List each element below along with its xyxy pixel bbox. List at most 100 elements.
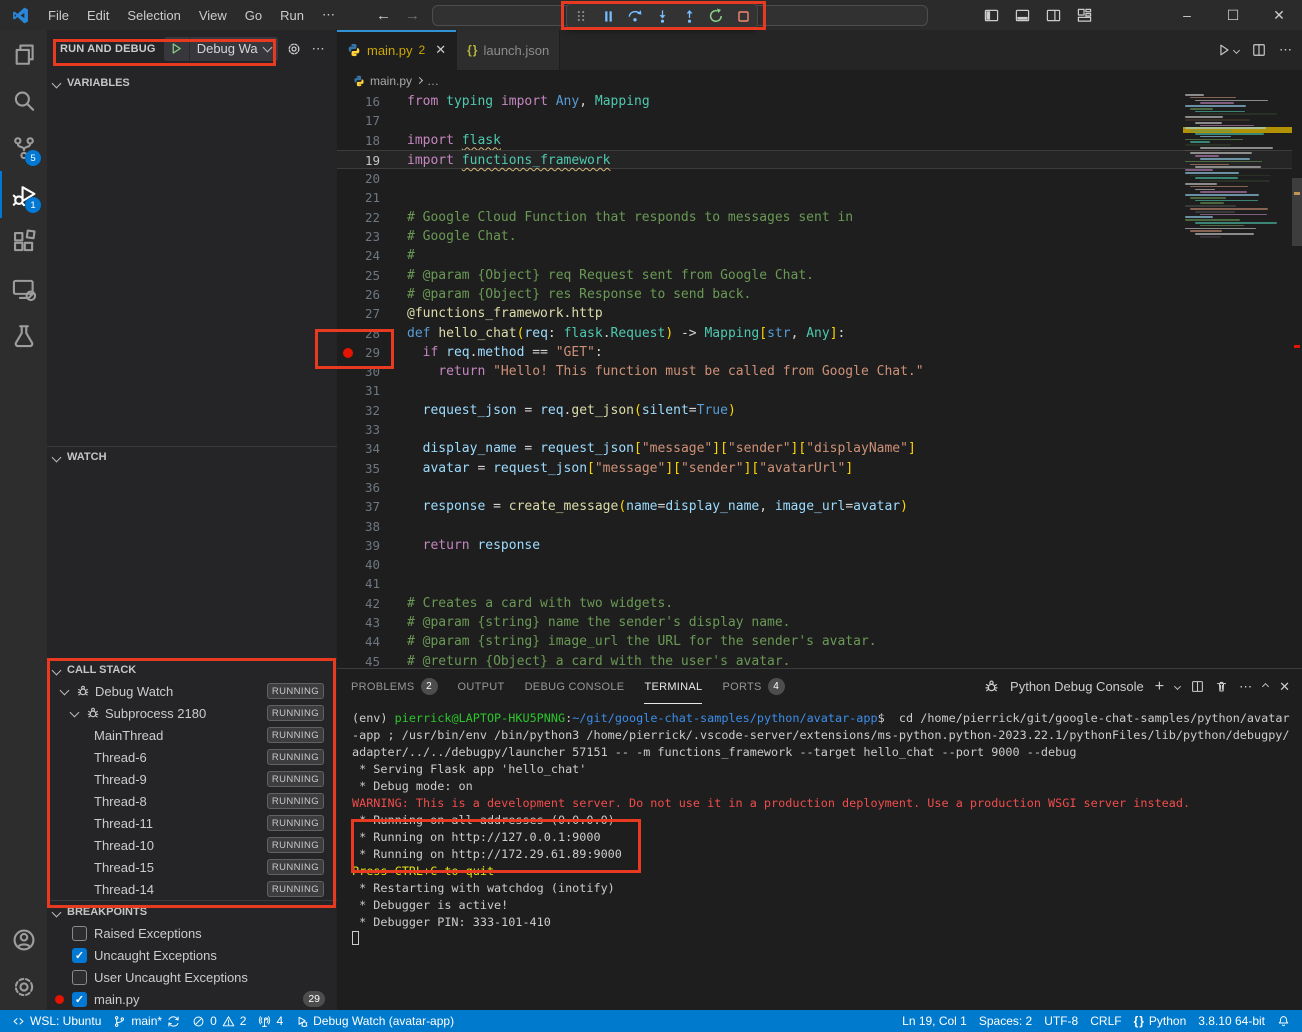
gutter-30[interactable]: 30 bbox=[337, 362, 407, 381]
sidebar-item-run-debug[interactable]: 1 bbox=[0, 171, 47, 218]
launch-config-dropdown[interactable]: Debug Wa bbox=[164, 37, 278, 61]
toggle-secondary-sidebar-icon[interactable] bbox=[1046, 8, 1061, 23]
tab-problems[interactable]: PROBLEMS2 bbox=[351, 669, 438, 704]
call-stack-item-thread-9[interactable]: Thread-9RUNNING bbox=[47, 768, 337, 790]
breakpoint-item-uncaught-exceptions[interactable]: Uncaught Exceptions bbox=[47, 944, 337, 966]
editor-more-icon[interactable]: ⋯ bbox=[1279, 42, 1292, 58]
gutter-22[interactable]: 22 bbox=[337, 208, 407, 227]
breadcrumb[interactable]: main.py … bbox=[337, 70, 1302, 92]
call-stack-item-thread-14[interactable]: Thread-14RUNNING bbox=[47, 878, 337, 900]
gutter-20[interactable]: 20 bbox=[337, 169, 407, 188]
call-stack-item-debug-watch[interactable]: Debug WatchRUNNING bbox=[47, 680, 337, 702]
split-editor-icon[interactable] bbox=[1252, 43, 1266, 57]
step-out-icon[interactable] bbox=[680, 7, 698, 25]
tab-ports[interactable]: PORTS4 bbox=[722, 669, 784, 704]
problems-status[interactable]: 0 2 bbox=[186, 1010, 252, 1032]
gutter-28[interactable]: 28 bbox=[337, 324, 407, 343]
code-line-24[interactable]: 24# bbox=[337, 246, 1292, 265]
call-stack-item-thread-6[interactable]: Thread-6RUNNING bbox=[47, 746, 337, 768]
views-more-icon[interactable]: ⋯ bbox=[312, 41, 326, 57]
menu-go[interactable]: Go bbox=[236, 0, 271, 30]
gutter-40[interactable]: 40 bbox=[337, 555, 407, 574]
tab-output[interactable]: OUTPUT bbox=[458, 669, 505, 704]
code-line-43[interactable]: 43# @param {string} name the sender's di… bbox=[337, 613, 1292, 632]
toggle-panel-icon[interactable] bbox=[1015, 8, 1030, 23]
account-icon[interactable] bbox=[0, 916, 47, 963]
gutter-23[interactable]: 23 bbox=[337, 227, 407, 246]
code-line-20[interactable]: 20 bbox=[337, 169, 1292, 188]
gutter-26[interactable]: 26 bbox=[337, 285, 407, 304]
gutter-39[interactable]: 39 bbox=[337, 536, 407, 555]
call-stack-item-thread-8[interactable]: Thread-8RUNNING bbox=[47, 790, 337, 812]
gutter-24[interactable]: 24 bbox=[337, 246, 407, 265]
code-line-18[interactable]: 18import flask bbox=[337, 131, 1292, 150]
close-button[interactable]: ✕ bbox=[1256, 0, 1302, 30]
minimize-button[interactable]: – bbox=[1164, 0, 1210, 30]
gutter-19[interactable]: 19 bbox=[337, 151, 407, 168]
sidebar-item-testing[interactable] bbox=[0, 312, 47, 359]
nav-back-button[interactable]: ← bbox=[376, 7, 391, 24]
gutter-37[interactable]: 37 bbox=[337, 497, 407, 516]
gutter-32[interactable]: 32 bbox=[337, 401, 407, 420]
sidebar-item-remote-explorer[interactable] bbox=[0, 265, 47, 312]
cursor-position-status[interactable]: Ln 19, Col 1 bbox=[896, 1010, 973, 1032]
breakpoint-checkbox[interactable] bbox=[72, 926, 87, 941]
gutter-25[interactable]: 25 bbox=[337, 266, 407, 285]
remote-indicator[interactable]: WSL: Ubuntu bbox=[6, 1010, 107, 1032]
debug-session-status[interactable]: Debug Watch (avatar-app) bbox=[289, 1010, 460, 1032]
git-branch-status[interactable]: main* bbox=[107, 1010, 186, 1032]
gutter-41[interactable]: 41 bbox=[337, 574, 407, 593]
breadcrumb-file[interactable]: main.py bbox=[370, 74, 412, 88]
code-line-21[interactable]: 21 bbox=[337, 188, 1292, 207]
code-line-31[interactable]: 31 bbox=[337, 381, 1292, 400]
customize-layout-icon[interactable] bbox=[1077, 8, 1092, 23]
breakpoint-item-main-py[interactable]: main.py29 bbox=[47, 988, 337, 1010]
code-line-40[interactable]: 40 bbox=[337, 555, 1292, 574]
panel-more-icon[interactable]: ⋯ bbox=[1239, 679, 1252, 695]
gutter-35[interactable]: 35 bbox=[337, 459, 407, 478]
code-line-32[interactable]: 32 request_json = req.get_json(silent=Tr… bbox=[337, 401, 1292, 420]
gutter-16[interactable]: 16 bbox=[337, 92, 407, 111]
gutter-45[interactable]: 45 bbox=[337, 652, 407, 668]
terminal-output[interactable]: (env) pierrick@LAPTOP-HKU5PNNG:~/git/goo… bbox=[337, 704, 1302, 1010]
code-line-25[interactable]: 25# @param {Object} req Request sent fro… bbox=[337, 266, 1292, 285]
terminal-profile-label[interactable]: Python Debug Console bbox=[1010, 679, 1144, 694]
editor-scrollbar[interactable] bbox=[1292, 178, 1302, 246]
menu-run[interactable]: Run bbox=[271, 0, 313, 30]
start-debug-icon[interactable] bbox=[164, 37, 190, 61]
terminal-dropdown-icon[interactable] bbox=[1174, 683, 1181, 690]
notifications-bell-icon[interactable] bbox=[1271, 1010, 1296, 1032]
gutter-34[interactable]: 34 bbox=[337, 439, 407, 458]
code-content[interactable]: 16from typing import Any, Mapping1718imp… bbox=[337, 92, 1292, 668]
call-stack-item-subprocess-2180[interactable]: Subprocess 2180RUNNING bbox=[47, 702, 337, 724]
gutter-42[interactable]: 42 bbox=[337, 594, 407, 613]
code-line-35[interactable]: 35 avatar = request_json["message"]["sen… bbox=[337, 459, 1292, 478]
tab-terminal[interactable]: TERMINAL bbox=[644, 669, 702, 704]
menu-edit[interactable]: Edit bbox=[78, 0, 118, 30]
code-line-30[interactable]: 30 return "Hello! This function must be … bbox=[337, 362, 1292, 381]
run-python-file-button[interactable] bbox=[1217, 43, 1239, 57]
minimap[interactable] bbox=[1185, 94, 1290, 242]
menu-[interactable]: ⋯ bbox=[313, 0, 344, 30]
code-editor[interactable]: 16from typing import Any, Mapping1718imp… bbox=[337, 92, 1302, 668]
gutter-18[interactable]: 18 bbox=[337, 131, 407, 150]
code-line-17[interactable]: 17 bbox=[337, 111, 1292, 130]
code-line-39[interactable]: 39 return response bbox=[337, 536, 1292, 555]
code-line-28[interactable]: 28def hello_chat(req: flask.Request) -> … bbox=[337, 324, 1292, 343]
step-into-icon[interactable] bbox=[653, 7, 671, 25]
gutter-33[interactable]: 33 bbox=[337, 420, 407, 439]
call-stack-item-thread-11[interactable]: Thread-11RUNNING bbox=[47, 812, 337, 834]
section-variables[interactable]: VARIABLES bbox=[47, 72, 337, 94]
tab-debug-console[interactable]: DEBUG CONSOLE bbox=[525, 669, 625, 704]
tab-close-icon[interactable]: ✕ bbox=[435, 42, 446, 58]
tab-launch-json[interactable]: { } launch.json bbox=[457, 30, 560, 70]
call-stack-item-mainthread[interactable]: MainThreadRUNNING bbox=[47, 724, 337, 746]
sidebar-item-search[interactable] bbox=[0, 77, 47, 124]
language-status[interactable]: { }Python bbox=[1128, 1010, 1193, 1032]
nav-forward-button[interactable]: → bbox=[405, 7, 420, 24]
code-line-27[interactable]: 27@functions_framework.http bbox=[337, 304, 1292, 323]
call-stack-item-thread-10[interactable]: Thread-10RUNNING bbox=[47, 834, 337, 856]
sidebar-item-source-control[interactable]: 5 bbox=[0, 124, 47, 171]
code-line-16[interactable]: 16from typing import Any, Mapping bbox=[337, 92, 1292, 111]
code-line-42[interactable]: 42# Creates a card with two widgets. bbox=[337, 594, 1292, 613]
